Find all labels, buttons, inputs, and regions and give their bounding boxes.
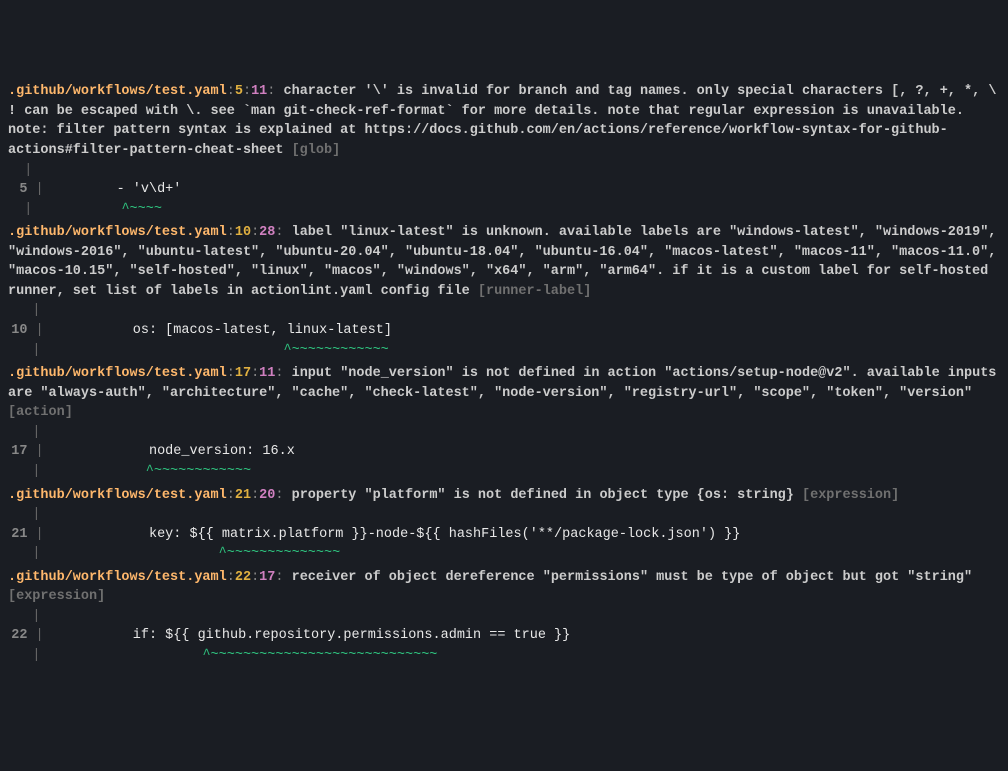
error-line: 21 bbox=[235, 488, 251, 503]
error-underline-line: | ^~~~~ bbox=[8, 200, 1000, 220]
gutter-pipe: | bbox=[27, 182, 43, 197]
error-code-line: 22 | if: ${{ github.repository.permissio… bbox=[8, 626, 1000, 646]
error-col: 11 bbox=[251, 84, 267, 99]
error-underline: ^~~~~ bbox=[121, 202, 162, 217]
error-tag: [glob] bbox=[292, 143, 341, 158]
error-tag: [expression] bbox=[802, 488, 899, 503]
error-col: 20 bbox=[259, 488, 275, 503]
error-header: .github/workflows/test.yaml:17:11: input… bbox=[8, 364, 1000, 423]
error-line: 5 bbox=[235, 84, 243, 99]
sep-colon: : bbox=[227, 570, 235, 585]
error-code: - 'v\d+' bbox=[117, 182, 182, 197]
error-code-line: 5 | - 'v\d+' bbox=[8, 180, 1000, 200]
sep-colon: : bbox=[267, 84, 275, 99]
sep-colon: : bbox=[251, 225, 259, 240]
gutter-line-number: 10 bbox=[8, 321, 27, 341]
sep-colon: : bbox=[251, 366, 259, 381]
error-tag: [action] bbox=[8, 405, 73, 420]
sep-colon: : bbox=[227, 225, 235, 240]
sep-colon: : bbox=[275, 366, 283, 381]
sep-colon: : bbox=[275, 225, 283, 240]
gutter-line-number: 21 bbox=[8, 525, 27, 545]
context-pipe-line: | bbox=[8, 161, 1000, 181]
error-underline: ^~~~~~~~~~~~~ bbox=[283, 343, 388, 358]
sep-colon: : bbox=[227, 366, 235, 381]
error-code-line: 21 | key: ${{ matrix.platform }}-node-${… bbox=[8, 525, 1000, 545]
gutter-pipe: | bbox=[27, 527, 43, 542]
error-file: .github/workflows/test.yaml bbox=[8, 225, 227, 240]
error-tag: [expression] bbox=[8, 589, 105, 604]
error-underline-line: | ^~~~~~~~~~~~~~~~~~~~~~~~~~~~~ bbox=[8, 646, 1000, 666]
gutter-pipe: | bbox=[8, 343, 40, 358]
error-line: 17 bbox=[235, 366, 251, 381]
error-file: .github/workflows/test.yaml bbox=[8, 84, 227, 99]
gutter-line-number: 22 bbox=[8, 626, 27, 646]
error-underline: ^~~~~~~~~~~~~ bbox=[146, 464, 251, 479]
error-col: 28 bbox=[259, 225, 275, 240]
error-code-line: 10 | os: [macos-latest, linux-latest] bbox=[8, 321, 1000, 341]
gutter-pipe: | bbox=[8, 546, 40, 561]
terminal-output: .github/workflows/test.yaml:5:11: charac… bbox=[8, 82, 1000, 665]
error-file: .github/workflows/test.yaml bbox=[8, 570, 227, 585]
sep-colon: : bbox=[243, 84, 251, 99]
gutter-line-number: 5 bbox=[8, 180, 27, 200]
error-underline-line: | ^~~~~~~~~~~~~ bbox=[8, 341, 1000, 361]
error-header: .github/workflows/test.yaml:22:17: recei… bbox=[8, 568, 1000, 607]
error-block: .github/workflows/test.yaml:5:11: charac… bbox=[8, 82, 1000, 219]
error-block: .github/workflows/test.yaml:22:17: recei… bbox=[8, 568, 1000, 666]
gutter-pipe: | bbox=[8, 464, 40, 479]
error-file: .github/workflows/test.yaml bbox=[8, 366, 227, 381]
gutter-pipe: | bbox=[27, 323, 43, 338]
error-block: .github/workflows/test.yaml:10:28: label… bbox=[8, 223, 1000, 360]
context-pipe-line: | bbox=[8, 423, 1000, 443]
error-message: property "platform" is not defined in ob… bbox=[292, 488, 794, 503]
error-file: .github/workflows/test.yaml bbox=[8, 488, 227, 503]
error-line: 10 bbox=[235, 225, 251, 240]
sep-colon: : bbox=[227, 84, 235, 99]
error-underline-line: | ^~~~~~~~~~~~~ bbox=[8, 462, 1000, 482]
error-col: 17 bbox=[259, 570, 275, 585]
error-header: .github/workflows/test.yaml:21:20: prope… bbox=[8, 486, 1000, 506]
gutter-pipe: | bbox=[27, 628, 43, 643]
sep-colon: : bbox=[251, 570, 259, 585]
sep-colon: : bbox=[275, 488, 283, 503]
error-line: 22 bbox=[235, 570, 251, 585]
error-col: 11 bbox=[259, 366, 275, 381]
error-underline: ^~~~~~~~~~~~~~~~~~~~~~~~~~~~~ bbox=[202, 648, 437, 663]
error-block: .github/workflows/test.yaml:17:11: input… bbox=[8, 364, 1000, 481]
error-tag: [runner-label] bbox=[478, 284, 591, 299]
error-code: os: [macos-latest, linux-latest] bbox=[133, 323, 392, 338]
error-underline-line: | ^~~~~~~~~~~~~~~ bbox=[8, 544, 1000, 564]
gutter-pipe: | bbox=[8, 202, 32, 217]
gutter-line-number: 17 bbox=[8, 442, 27, 462]
sep-colon: : bbox=[275, 570, 283, 585]
error-underline: ^~~~~~~~~~~~~~~ bbox=[219, 546, 341, 561]
context-pipe-line: | bbox=[8, 301, 1000, 321]
error-code-line: 17 | node_version: 16.x bbox=[8, 442, 1000, 462]
gutter-pipe: | bbox=[27, 444, 43, 459]
context-pipe-line: | bbox=[8, 607, 1000, 627]
context-pipe-line: | bbox=[8, 505, 1000, 525]
sep-colon: : bbox=[251, 488, 259, 503]
sep-colon: : bbox=[227, 488, 235, 503]
gutter-pipe: | bbox=[8, 648, 40, 663]
error-header: .github/workflows/test.yaml:5:11: charac… bbox=[8, 82, 1000, 160]
error-code: key: ${{ matrix.platform }}-node-${{ has… bbox=[149, 527, 740, 542]
error-message: receiver of object dereference "permissi… bbox=[292, 570, 973, 585]
error-block: .github/workflows/test.yaml:21:20: prope… bbox=[8, 486, 1000, 564]
error-code: if: ${{ github.repository.permissions.ad… bbox=[133, 628, 570, 643]
error-header: .github/workflows/test.yaml:10:28: label… bbox=[8, 223, 1000, 301]
error-code: node_version: 16.x bbox=[149, 444, 295, 459]
